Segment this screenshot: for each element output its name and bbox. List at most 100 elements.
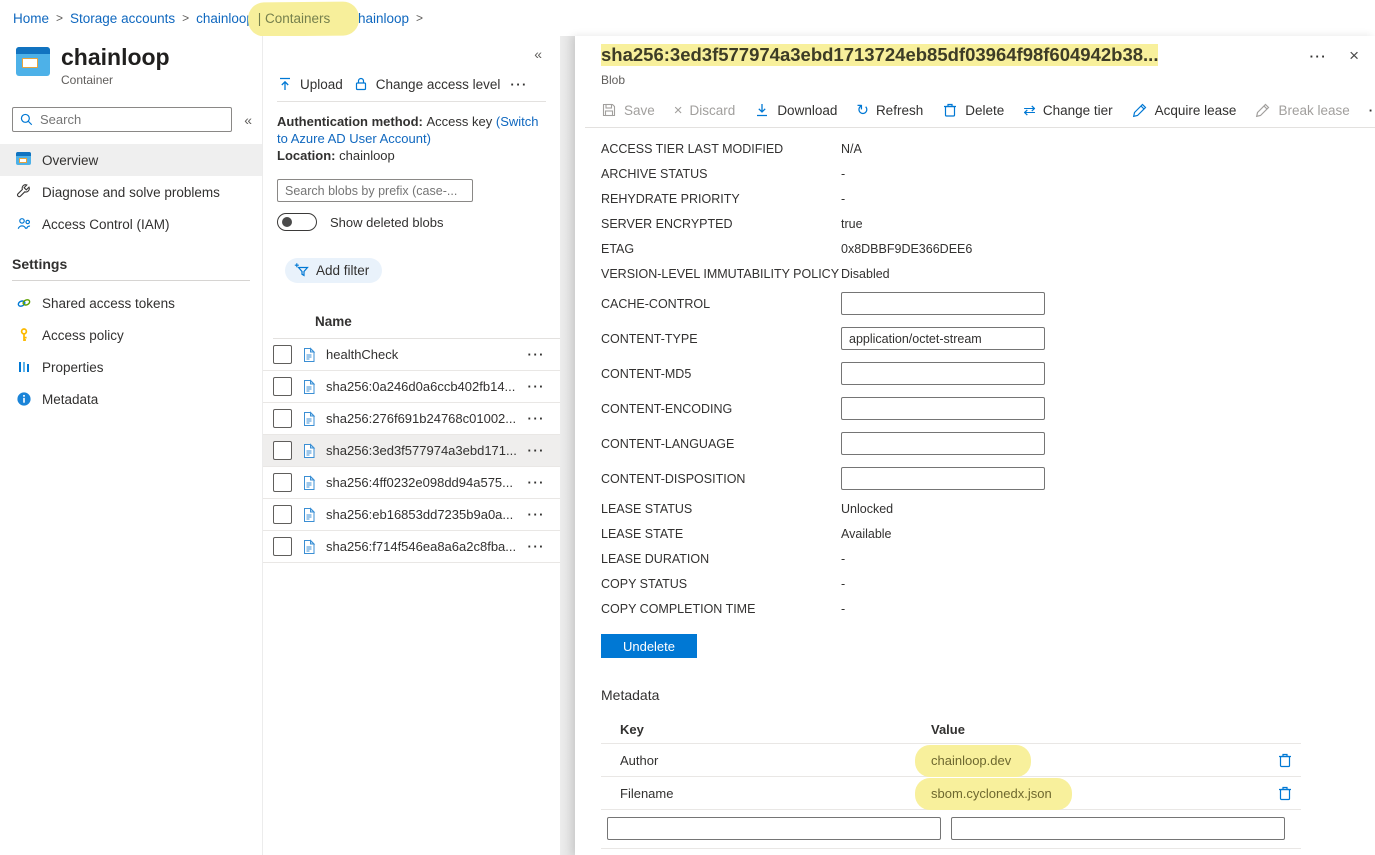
acquire-lease-button[interactable]: Acquire lease xyxy=(1132,102,1237,118)
show-deleted-toggle[interactable] xyxy=(277,213,317,231)
breadcrumb-separator: > xyxy=(416,11,423,25)
download-button[interactable]: Download xyxy=(754,102,837,118)
break-lease-button[interactable]: Break lease xyxy=(1255,102,1349,118)
property-field-row: CONTENT-DISPOSITION xyxy=(601,461,1375,496)
sidebar-item-properties[interactable]: Properties xyxy=(0,351,262,383)
row-more-button[interactable]: ··· xyxy=(528,475,561,490)
blob-name[interactable]: sha256:3ed3f577974a3ebd171... xyxy=(326,443,519,458)
row-more-button[interactable]: ··· xyxy=(528,443,561,458)
pane-collapse-icon[interactable]: « xyxy=(534,46,542,62)
upload-button[interactable]: Upload xyxy=(277,76,343,92)
change-tier-button[interactable]: ⇄ Change tier xyxy=(1023,103,1112,118)
undelete-button[interactable]: Undelete xyxy=(601,634,697,658)
row-more-button[interactable]: ··· xyxy=(528,347,561,362)
property-label: CONTENT-LANGUAGE xyxy=(601,437,841,451)
content-md5-input[interactable] xyxy=(841,362,1045,385)
breadcrumb-account-containers[interactable]: chainloop | Containers xyxy=(196,11,330,26)
property-label: CACHE-CONTROL xyxy=(601,297,841,311)
blob-name[interactable]: healthCheck xyxy=(326,347,519,362)
download-label: Download xyxy=(777,103,837,118)
property-field-row: CONTENT-MD5 xyxy=(601,356,1375,391)
row-more-button[interactable]: ··· xyxy=(528,379,561,394)
blob-row[interactable]: sha256:0a246d0a6ccb402fb14... ··· xyxy=(263,371,560,403)
blob-prefix-search-input[interactable] xyxy=(277,179,473,202)
row-checkbox[interactable] xyxy=(273,377,292,396)
content-encoding-input[interactable] xyxy=(841,397,1045,420)
save-button[interactable]: Save xyxy=(601,102,655,118)
row-more-button[interactable]: ··· xyxy=(528,507,561,522)
delete-button[interactable]: Delete xyxy=(942,102,1004,118)
content-disposition-input[interactable] xyxy=(841,467,1045,490)
blade-subtitle: Blob xyxy=(575,66,1375,87)
sidebar-item-overview[interactable]: Overview xyxy=(0,144,262,176)
sidebar-item-metadata[interactable]: Metadata xyxy=(0,383,262,415)
blob-name[interactable]: sha256:276f691b24768c01002... xyxy=(326,411,519,426)
sidebar-item-access-policy[interactable]: Access policy xyxy=(0,319,262,351)
name-column-header[interactable]: Name xyxy=(315,314,560,329)
file-icon xyxy=(301,507,317,523)
sidebar-item-label: Access Control (IAM) xyxy=(42,217,170,232)
property-field-row: CONTENT-TYPE xyxy=(601,321,1375,356)
sidebar-item-shared-access-tokens[interactable]: Shared access tokens xyxy=(0,287,262,319)
property-label: COPY COMPLETION TIME xyxy=(601,602,841,616)
blob-name[interactable]: sha256:4ff0232e098dd94a575... xyxy=(326,475,519,490)
blob-row[interactable]: sha256:4ff0232e098dd94a575... ··· xyxy=(263,467,560,499)
blob-name[interactable]: sha256:eb16853dd7235b9a0a... xyxy=(326,507,519,522)
breadcrumb-separator: > xyxy=(182,11,189,25)
blob-row[interactable]: healthCheck ··· xyxy=(263,339,560,371)
new-metadata-value-input[interactable] xyxy=(951,817,1285,840)
row-checkbox[interactable] xyxy=(273,345,292,364)
blob-row[interactable]: sha256:276f691b24768c01002... ··· xyxy=(263,403,560,435)
sidebar-search-input[interactable] xyxy=(12,107,232,132)
refresh-icon: ↻ xyxy=(856,103,869,118)
blob-name[interactable]: sha256:f714f546ea8a6a2c8fba... xyxy=(326,539,519,554)
property-label: CONTENT-TYPE xyxy=(601,332,841,346)
property-value: - xyxy=(841,192,845,206)
refresh-button[interactable]: ↻ Refresh xyxy=(856,103,923,118)
property-label: COPY STATUS xyxy=(601,577,841,591)
blob-row[interactable]: sha256:eb16853dd7235b9a0a... ··· xyxy=(263,499,560,531)
content-language-input[interactable] xyxy=(841,432,1045,455)
sidebar-collapse-icon[interactable]: « xyxy=(244,112,252,128)
content-type-input[interactable] xyxy=(841,327,1045,350)
property-row: SERVER ENCRYPTED true xyxy=(601,211,1375,236)
breadcrumb-container[interactable]: chainloop xyxy=(351,11,409,26)
auth-info: Authentication method: Access key (Switc… xyxy=(263,102,560,164)
property-value: 0x8DBBF9DE366DEE6 xyxy=(841,242,972,256)
property-value: Available xyxy=(841,527,892,541)
row-checkbox[interactable] xyxy=(273,505,292,524)
sidebar-item-access-control[interactable]: Access Control (IAM) xyxy=(0,208,262,240)
discard-button[interactable]: × Discard xyxy=(674,103,736,118)
change-tier-label: Change tier xyxy=(1043,103,1113,118)
sidebar-item-diagnose[interactable]: Diagnose and solve problems xyxy=(0,176,262,208)
row-checkbox[interactable] xyxy=(273,537,292,556)
breadcrumb-home[interactable]: Home xyxy=(13,11,49,26)
close-icon[interactable]: × xyxy=(1349,48,1359,64)
delete-metadata-icon[interactable] xyxy=(1278,785,1292,801)
breadcrumb-storage-accounts[interactable]: Storage accounts xyxy=(70,11,175,26)
property-label: CONTENT-MD5 xyxy=(601,367,841,381)
change-access-level-button[interactable]: Change access level xyxy=(353,76,501,92)
row-checkbox[interactable] xyxy=(273,409,292,428)
property-field-row: CACHE-CONTROL xyxy=(601,286,1375,321)
auth-method-value: Access key xyxy=(427,114,496,129)
cache-control-input[interactable] xyxy=(841,292,1045,315)
row-more-button[interactable]: ··· xyxy=(528,411,561,426)
blob-row[interactable]: sha256:f714f546ea8a6a2c8fba... ··· xyxy=(263,531,560,563)
new-metadata-key-input[interactable] xyxy=(607,817,941,840)
key-icon xyxy=(16,327,32,343)
blade-more-button[interactable]: ··· xyxy=(1310,49,1328,64)
row-more-button[interactable]: ··· xyxy=(528,539,561,554)
toolbar-more-button[interactable]: ··· xyxy=(510,77,528,92)
metadata-table-header: Key Value xyxy=(601,716,1301,743)
lock-icon xyxy=(353,76,369,92)
row-checkbox[interactable] xyxy=(273,473,292,492)
row-checkbox[interactable] xyxy=(273,441,292,460)
metadata-key-header: Key xyxy=(601,722,931,737)
blade-toolbar-more-button[interactable]: ··· xyxy=(1369,103,1375,118)
delete-metadata-icon[interactable] xyxy=(1278,752,1292,768)
blob-name[interactable]: sha256:0a246d0a6ccb402fb14... xyxy=(326,379,519,394)
add-filter-button[interactable]: Add filter xyxy=(285,258,382,283)
property-label: LEASE STATUS xyxy=(601,502,841,516)
blob-row-selected[interactable]: sha256:3ed3f577974a3ebd171... ··· xyxy=(263,435,560,467)
